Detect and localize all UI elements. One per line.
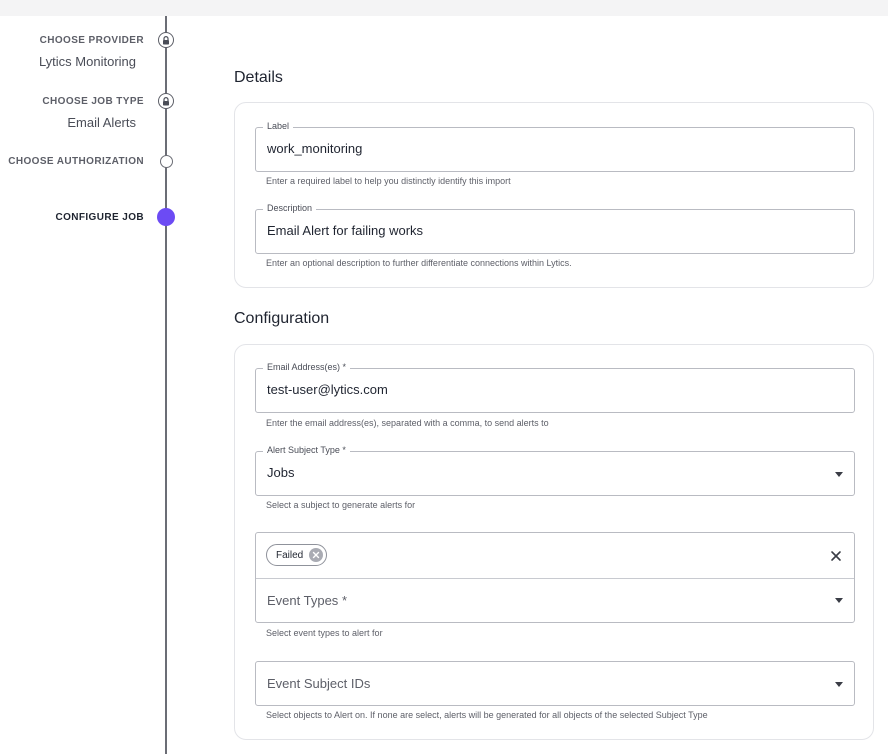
alert-subject-type-helper-text: Select a subject to generate alerts for [266, 500, 416, 510]
chevron-down-icon[interactable] [835, 598, 843, 603]
chevron-down-icon[interactable] [835, 682, 843, 687]
step-choose-provider-title[interactable]: CHOOSE PROVIDER [40, 35, 144, 46]
alert-subject-type-label: Alert Subject Type * [263, 445, 350, 455]
email-input[interactable]: Email Address(es) * test-user@lytics.com [255, 362, 855, 413]
configuration-card: Email Address(es) * test-user@lytics.com… [234, 344, 874, 740]
step-configure-job-title[interactable]: CONFIGURE JOB [55, 212, 144, 223]
description-helper-text: Enter an optional description to further… [266, 258, 572, 268]
event-subject-ids-helper-text: Select objects to Alert on. If none are … [266, 710, 708, 720]
step-choose-provider-node [158, 32, 174, 48]
label-input[interactable]: Label work_monitoring [255, 121, 855, 172]
event-subject-ids-select[interactable]: Event Subject IDs [255, 661, 855, 706]
clear-tags-icon[interactable] [830, 549, 842, 561]
step-choose-job-type-value: Email Alerts [67, 115, 136, 130]
description-input[interactable]: Description Email Alert for failing work… [255, 203, 855, 254]
email-input-value: test-user@lytics.com [267, 382, 388, 397]
top-bar [0, 0, 888, 16]
label-input-label: Label [263, 121, 294, 131]
label-helper-text: Enter a required label to help you disti… [266, 176, 511, 186]
step-choose-authorization-node [159, 154, 173, 168]
stepper-rail [165, 16, 167, 754]
email-input-label: Email Address(es) * [263, 362, 351, 372]
email-helper-text: Enter the email address(es), separated w… [266, 418, 549, 428]
step-choose-authorization-title[interactable]: CHOOSE AUTHORIZATION [8, 156, 144, 167]
configuration-heading: Configuration [234, 310, 330, 327]
lock-icon [163, 96, 169, 105]
tag-chip-label: Failed [276, 549, 304, 561]
event-types-helper-text: Select event types to alert for [266, 628, 383, 638]
label-input-value: work_monitoring [267, 141, 363, 156]
step-configure-job-node [157, 208, 175, 226]
step-choose-job-type-title[interactable]: CHOOSE JOB TYPE [42, 96, 144, 107]
event-types-select[interactable]: Event Types * [256, 579, 854, 622]
alert-subject-type-select[interactable]: Alert Subject Type * Jobs [255, 445, 855, 496]
description-input-label: Description [263, 203, 317, 213]
step-choose-job-type-node [158, 93, 174, 109]
details-heading: Details [234, 69, 283, 86]
remove-tag-icon[interactable] [309, 548, 324, 562]
description-input-value: Email Alert for failing works [267, 223, 424, 238]
event-subject-ids-placeholder: Event Subject IDs [267, 676, 371, 691]
details-card: Label work_monitoring Enter a required l… [234, 102, 874, 288]
event-types-placeholder: Event Types * [267, 593, 347, 608]
step-choose-provider-value: Lytics Monitoring [38, 54, 136, 69]
chevron-down-icon[interactable] [835, 472, 843, 477]
alert-subject-type-value: Jobs [267, 465, 295, 480]
lock-icon [163, 35, 169, 44]
tag-chip-failed: Failed [266, 544, 328, 566]
event-types-multiselect: Failed Event Types * [255, 532, 855, 623]
